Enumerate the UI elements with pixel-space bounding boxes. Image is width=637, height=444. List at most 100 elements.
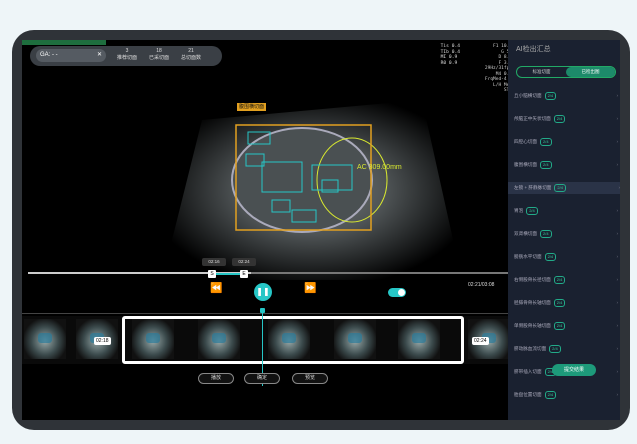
- clip-selection[interactable]: [122, 316, 464, 364]
- sidebar-item-label: 左锁 + 肝静脉切面: [514, 185, 552, 190]
- chevron-right-icon: ›: [616, 93, 618, 98]
- chevron-right-icon: ›: [616, 300, 618, 305]
- marker-a-time: 02:16: [202, 258, 226, 266]
- sidebar-item[interactable]: 胫腓骨骨长轴切面 2/4 ›: [514, 297, 618, 309]
- stat-value: 21: [188, 48, 194, 54]
- toggle-knob: [398, 289, 405, 296]
- start-marker[interactable]: S: [208, 270, 216, 278]
- sidebar-item-label: 胃泡: [514, 208, 524, 213]
- chevron-right-icon: ›: [616, 323, 618, 328]
- sidebar-item-label: 膀胱水平切面: [514, 254, 542, 259]
- loop-toggle[interactable]: [388, 288, 406, 297]
- stat-total: 21 总切面数: [178, 48, 204, 62]
- sidebar-item[interactable]: 单侧股骨长轴切面 2/4 ›: [514, 320, 618, 332]
- sidebar-item[interactable]: 颅脑正中矢状切面 2/4 ›: [514, 113, 618, 125]
- count-badge: 2/4: [544, 91, 557, 100]
- count-badge: 2/4: [544, 252, 557, 261]
- sidebar-item-label: 脐带插入切面: [514, 369, 542, 374]
- chevron-right-icon: ›: [616, 346, 618, 351]
- count-badge: 2/4: [554, 183, 566, 192]
- ga-selector[interactable]: GA: - - ✕: [36, 49, 106, 62]
- chevron-right-icon: ›: [616, 392, 618, 397]
- count-badge: 2/4: [549, 344, 561, 353]
- stat-label: 推荐切面: [116, 55, 137, 61]
- sidebar-item[interactable]: 四腔心切面 2/4 ›: [514, 136, 618, 148]
- chevron-right-icon: ›: [616, 277, 618, 282]
- status-strip: [22, 40, 106, 45]
- selected-range: [216, 273, 240, 275]
- chevron-down-icon: ✕: [96, 52, 102, 58]
- sidebar-item[interactable]: 脐动脉血流切面 2/4 ›: [514, 343, 618, 355]
- tab-detected[interactable]: 已检出图: [566, 67, 615, 77]
- end-marker[interactable]: E: [240, 270, 248, 278]
- playhead-handle[interactable]: [260, 308, 265, 313]
- sidebar-item[interactable]: 丘小脑横切面 2/4 ›: [514, 90, 618, 102]
- count-badge: 2/4: [539, 229, 552, 238]
- stat-label: 总切面数: [180, 55, 201, 61]
- chevron-right-icon: ›: [616, 208, 618, 213]
- frame-thumbnail[interactable]: [24, 319, 66, 359]
- sidebar-item[interactable]: 左锁 + 肝静脉切面 2/4 ›: [508, 182, 620, 194]
- timeline-ruler: [22, 308, 516, 314]
- sidebar-item-label: 颅脑正中矢状切面: [514, 116, 551, 121]
- pause-button[interactable]: ❚❚: [254, 283, 272, 301]
- sidebar-item-label: 丘小脑横切面: [514, 93, 542, 98]
- sidebar-item-label: 胫腓骨骨长轴切面: [514, 300, 551, 305]
- panel-title: AI检出汇总: [516, 46, 551, 53]
- chevron-right-icon: ›: [616, 162, 618, 167]
- chevron-right-icon: ›: [616, 254, 618, 259]
- info-line: Tis 0.4: [440, 44, 460, 49]
- sidebar-item[interactable]: 胎盘位置切面 2/4 ›: [514, 389, 618, 401]
- stat-value: 3: [125, 48, 129, 54]
- sidebar-item[interactable]: 膀胱水平切面 2/4 ›: [514, 251, 618, 263]
- preview-button[interactable]: 预览: [292, 373, 328, 384]
- ultrasound-viewer: GA: - - ✕ 3 推荐切面 18 已采切面 21 总切面数 Tis 0.4…: [22, 40, 516, 420]
- chevron-right-icon: ›: [616, 139, 618, 144]
- sidebar-item-label: 右侧股骨长径切面: [514, 277, 551, 282]
- count-badge: 2/4: [544, 390, 557, 399]
- time-readout: 02:21/03:08: [468, 282, 495, 288]
- fast-forward-icon[interactable]: ⏩: [304, 283, 316, 294]
- confirm-button[interactable]: 确定: [244, 373, 280, 384]
- stat-captured: 18 已采切面: [146, 48, 172, 62]
- sidebar-item[interactable]: 腹围横切面 2/4 ›: [514, 159, 618, 171]
- stat-label: 已采切面: [148, 55, 169, 61]
- playback-progress[interactable]: [28, 272, 512, 274]
- sidebar-item-label: 胎盘位置切面: [514, 392, 542, 397]
- sidebar-item[interactable]: 右侧股骨长径切面 2/4 ›: [514, 274, 618, 286]
- count-badge: 2/4: [539, 160, 552, 169]
- stat-value: 18: [156, 48, 162, 54]
- count-badge: 2/4: [553, 275, 566, 284]
- clip-end-label: 02:24: [472, 337, 489, 345]
- chevron-right-icon: ›: [618, 185, 620, 190]
- sidebar-item-label: 四腔心切面: [514, 139, 537, 144]
- clip-start-label: 02:18: [94, 337, 111, 345]
- info-line: R0 0.9: [440, 60, 458, 66]
- sidebar-item-label: 腹围横切面: [514, 162, 537, 167]
- count-badge: 2/4: [553, 321, 566, 330]
- ga-label: GA: - -: [40, 52, 58, 58]
- sidebar-item-label: 双肾横切面: [514, 231, 537, 236]
- tab-standard[interactable]: 标准切面: [517, 67, 566, 77]
- sidebar-item[interactable]: 双肾横切面 2/4 ›: [514, 228, 618, 240]
- count-badge: 2/4: [553, 114, 566, 123]
- sidebar-item-label: 单侧股骨长轴切面: [514, 323, 551, 328]
- chevron-right-icon: ›: [616, 116, 618, 121]
- sidebar-item[interactable]: 胃泡 2/4 ›: [514, 205, 618, 217]
- marker-b-time: 02:24: [232, 258, 256, 266]
- rewind-icon[interactable]: ⏪: [210, 283, 222, 294]
- stat-recommended: 3 推荐切面: [114, 48, 140, 62]
- count-badge: 2/4: [539, 137, 552, 146]
- top-status-bar: GA: - - ✕ 3 推荐切面 18 已采切面 21 总切面数: [30, 46, 222, 66]
- view-tag: 腹围横切面: [237, 103, 267, 111]
- chevron-right-icon: ›: [616, 231, 618, 236]
- chevron-right-icon: ›: [616, 369, 618, 374]
- submit-button[interactable]: 提交结果: [552, 364, 596, 376]
- acoustic-info: Tis 0.4 TIb 0.4 MI 0.9 R0 0.9: [441, 44, 460, 66]
- view-switch[interactable]: 标准切面 已检出图: [516, 66, 616, 78]
- count-badge: 2/4: [553, 298, 566, 307]
- sidebar-item-label: 脐动脉血流切面: [514, 346, 547, 351]
- ai-summary-panel: AI检出汇总 标准切面 已检出图 丘小脑横切面 2/4 › 颅脑正中矢状切面 2/4 › 四…: [508, 40, 620, 420]
- count-badge: 2/4: [526, 206, 538, 215]
- play-button[interactable]: 播放: [198, 373, 234, 384]
